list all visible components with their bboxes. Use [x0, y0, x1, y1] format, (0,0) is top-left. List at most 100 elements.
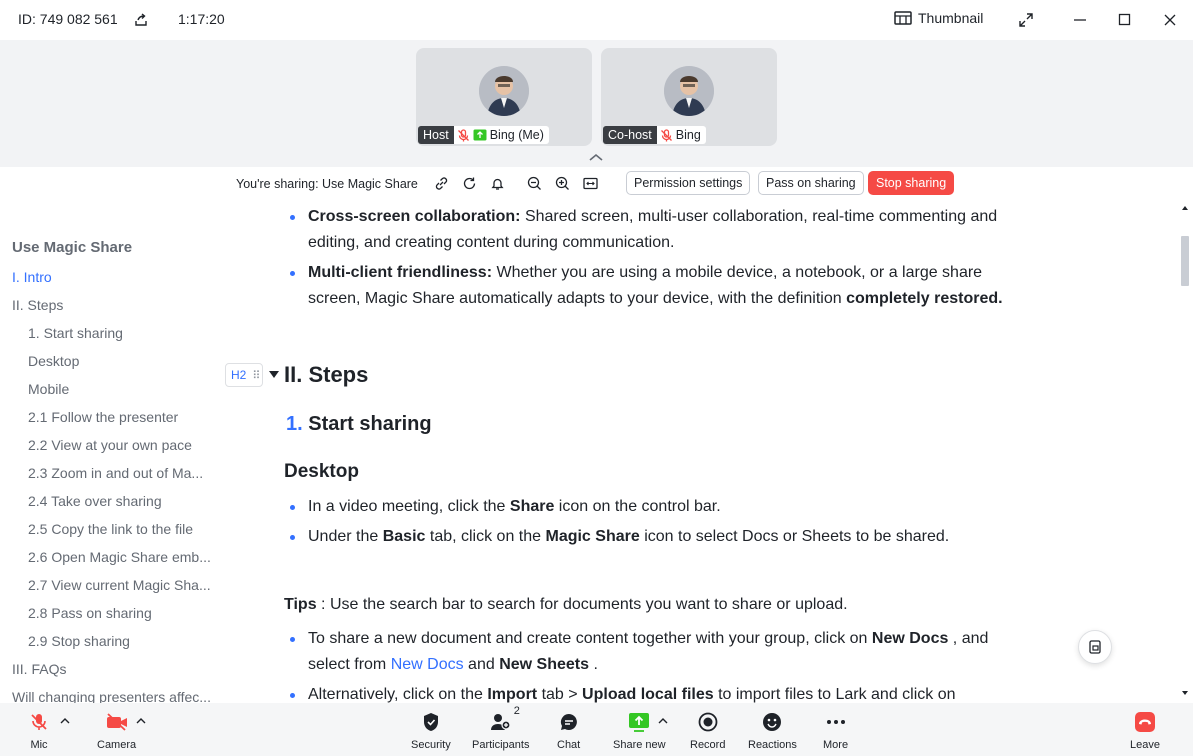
participant-tile-host[interactable]: Host Bing (Me) [416, 48, 592, 146]
permission-settings-button[interactable]: Permission settings [626, 171, 751, 195]
toc-item[interactable]: 2.8 Pass on sharing [28, 605, 152, 621]
mic-options-chevron-icon[interactable] [60, 717, 70, 724]
camera-off-icon [106, 713, 127, 731]
sharing-icon [473, 129, 487, 141]
toc-item[interactable]: 2.4 Take over sharing [28, 493, 162, 509]
record-button[interactable]: Record [690, 711, 725, 751]
participant-name-box: Bing (Me) [453, 126, 549, 144]
bold-text: Magic Share [545, 528, 640, 545]
record-icon [698, 712, 718, 732]
security-label: Security [411, 739, 451, 751]
link-icon[interactable] [434, 176, 449, 191]
leave-button[interactable]: Leave [1130, 711, 1160, 751]
scrollbar-thumb[interactable] [1181, 236, 1189, 286]
stop-sharing-button[interactable]: Stop sharing [868, 171, 955, 195]
share-link-icon[interactable] [133, 12, 149, 28]
bold-text: Tips [284, 596, 317, 613]
close-icon[interactable] [1162, 12, 1178, 28]
toc-item[interactable]: III. FAQs [12, 661, 66, 677]
toc-item[interactable]: 2.9 Stop sharing [28, 633, 130, 649]
copy-doc-icon [1089, 640, 1101, 654]
fullscreen-icon[interactable] [1018, 12, 1034, 28]
toc-item[interactable]: I. Intro [12, 269, 52, 285]
bold-text: Import [487, 686, 538, 703]
record-label: Record [690, 739, 726, 751]
heading-text: Start sharing [308, 413, 432, 435]
list-item: Multi-client friendliness: Whether you a… [290, 260, 1018, 312]
participant-name: Bing [675, 128, 701, 142]
shield-icon [423, 713, 438, 731]
toc-item[interactable]: II. Steps [12, 297, 63, 313]
floating-action-button[interactable] [1078, 630, 1112, 664]
meeting-id: ID: 749 082 561 [18, 11, 118, 27]
toc-item[interactable]: 2.1 Follow the presenter [28, 409, 178, 425]
meeting-timer: 1:17:20 [178, 11, 225, 27]
scrollbar[interactable] [1177, 200, 1193, 703]
collapse-caret-icon[interactable] [269, 371, 279, 378]
list-item: In a video meeting, click the Share icon… [290, 494, 1018, 520]
list-item: Cross-screen collaboration: Shared scree… [290, 204, 1018, 256]
mic-label: Mic [30, 739, 48, 751]
scroll-up-arrow-icon[interactable] [1181, 204, 1189, 212]
text: icon on the control bar. [554, 498, 721, 515]
camera-button[interactable]: Camera [97, 711, 136, 751]
document-body: Cross-screen collaboration: Shared scree… [222, 200, 1177, 703]
more-dots-icon [826, 720, 845, 724]
fit-width-icon[interactable] [583, 176, 598, 191]
security-button[interactable]: Security [411, 711, 451, 751]
toc-item[interactable]: 2.6 Open Magic Share emb... [28, 549, 211, 565]
mic-muted-icon [660, 128, 672, 141]
heading-level-label: H2 [231, 368, 247, 382]
list-item: Alternatively, click on the Import tab >… [290, 682, 1038, 703]
maximize-icon[interactable] [1117, 12, 1133, 28]
toc-item[interactable]: Desktop [28, 353, 79, 369]
reactions-button[interactable]: Reactions [748, 711, 797, 751]
chat-button[interactable]: Chat [557, 711, 580, 751]
participants-button[interactable]: 2 Participants [472, 705, 530, 751]
collapse-chevron-up-icon[interactable] [588, 152, 604, 162]
toc-item[interactable]: Mobile [28, 381, 69, 397]
heading-level-marker[interactable]: H2 ⠿ [225, 363, 263, 387]
participant-tag: Host Bing (Me) [418, 126, 549, 144]
more-button[interactable]: More [823, 711, 848, 751]
toc-item[interactable]: 1. Start sharing [28, 325, 123, 341]
heading-number: 1. [286, 413, 303, 435]
toc-item[interactable]: 2.7 View current Magic Sha... [28, 577, 211, 593]
participant-name: Bing (Me) [489, 128, 544, 142]
toc-item[interactable]: Will changing presenters affec... [12, 689, 211, 703]
meeting-toolbar: Mic Camera Security 2 Participants Chat … [0, 703, 1193, 756]
zoom-out-icon[interactable] [527, 176, 542, 191]
participant-tile-cohost[interactable]: Co-host Bing [601, 48, 777, 146]
camera-label: Camera [97, 739, 137, 751]
smiley-icon [763, 713, 782, 731]
refresh-icon[interactable] [462, 176, 477, 191]
text: tab > [537, 686, 583, 703]
participants-count: 2 [513, 705, 520, 717]
mic-button[interactable]: Mic [28, 711, 50, 751]
thumbnail-icon [894, 11, 912, 25]
scroll-down-arrow-icon[interactable] [1181, 689, 1189, 697]
bell-icon[interactable] [490, 176, 505, 191]
zoom-in-icon[interactable] [555, 176, 570, 191]
list-item: Under the Basic tab, click on the Magic … [290, 524, 1018, 550]
new-docs-link[interactable]: New Docs [391, 656, 464, 673]
toc-item[interactable]: 2.5 Copy the link to the file [28, 521, 193, 537]
drag-handle-icon[interactable]: ⠿ [252, 369, 260, 382]
text: and [463, 656, 500, 673]
pass-on-sharing-button[interactable]: Pass on sharing [758, 171, 864, 195]
share-options-chevron-icon[interactable] [658, 717, 668, 724]
mic-muted-icon [31, 714, 47, 730]
title-bar: ID: 749 082 561 1:17:20 Thumbnail [0, 0, 1193, 40]
thumbnail-button[interactable]: Thumbnail [894, 10, 983, 26]
share-new-label: Share new [613, 739, 666, 751]
text: : Use the search bar to search for docum… [316, 596, 848, 613]
toc-item[interactable]: 2.2 View at your own pace [28, 437, 192, 453]
leave-label: Leave [1130, 739, 1160, 751]
participants-label: Participants [472, 739, 530, 751]
text: Alternatively, click on the [308, 686, 488, 703]
camera-options-chevron-icon[interactable] [136, 717, 146, 724]
toc-item[interactable]: 2.3 Zoom in and out of Ma... [28, 465, 203, 481]
minimize-icon[interactable] [1072, 12, 1088, 28]
more-label: More [823, 739, 849, 751]
table-of-contents: Use Magic Share I. Intro II. Steps 1. St… [0, 200, 222, 703]
